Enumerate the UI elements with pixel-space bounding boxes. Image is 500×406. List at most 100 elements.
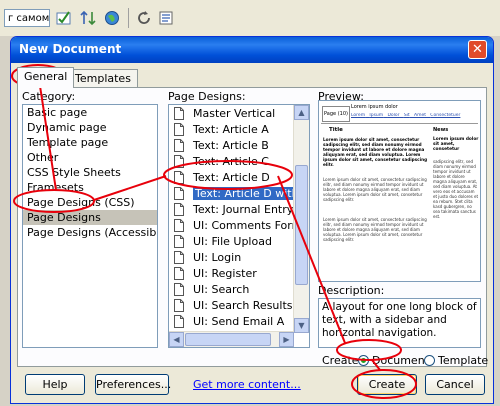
page-design-item[interactable]: UI: Send Email A: [169, 314, 295, 330]
page-design-label: UI: Register: [193, 267, 257, 280]
page-design-item[interactable]: Text: Article B: [169, 138, 295, 154]
close-button[interactable]: ✕: [468, 40, 487, 59]
description-text: A layout for one long block of text, wit…: [318, 298, 481, 348]
refresh-icon[interactable]: [136, 10, 152, 26]
page-design-label: UI: Send Email A: [193, 315, 285, 328]
page-designs-hscrollbar[interactable]: ◀ ▶: [169, 331, 294, 347]
page-design-item[interactable]: Text: Article D: [169, 170, 295, 186]
preview-title: Title: [329, 127, 343, 133]
preview-side-text: sadipscing elitr, sed diam nonumy eirmod…: [433, 159, 479, 219]
radio-template[interactable]: [424, 355, 435, 366]
document-icon: [174, 219, 184, 232]
scroll-left-button[interactable]: ◀: [169, 332, 184, 347]
toolbar-text-field[interactable]: г самому в с: [4, 9, 50, 27]
category-item[interactable]: Other: [23, 150, 157, 165]
tab-panel-general: Category: Basic page Dynamic page Templa…: [17, 87, 488, 367]
dialog-title: New Document: [19, 42, 122, 56]
category-item[interactable]: Template page: [23, 135, 157, 150]
page-design-item[interactable]: UI: Search: [169, 282, 295, 298]
sort-icon[interactable]: [80, 10, 96, 26]
hscroll-thumb[interactable]: [185, 333, 271, 346]
radio-document-label[interactable]: Document: [372, 354, 429, 367]
document-icon: [174, 187, 184, 200]
preview-body-text: Lorem ipsum dolor sit amet, consectetur …: [323, 177, 427, 202]
page-design-item[interactable]: UI: Search Results: [169, 298, 295, 314]
document-icon: [174, 283, 184, 296]
scroll-thumb[interactable]: [295, 165, 308, 285]
category-item[interactable]: Dynamic page: [23, 120, 157, 135]
create-button[interactable]: Create: [357, 374, 417, 395]
document-icon: [174, 107, 184, 120]
description-label: Description:: [318, 284, 385, 297]
category-item[interactable]: Page Designs (CSS): [23, 195, 157, 210]
document-icon: [174, 139, 184, 152]
page-design-item[interactable]: UI: Register: [169, 266, 295, 282]
preview-divider: [321, 123, 478, 124]
preview-side-heading: Lorem ipsum dolor sit amet, consetetur: [433, 137, 479, 152]
list-icon[interactable]: [158, 10, 174, 26]
page-design-item[interactable]: Text: Journal Entry: [169, 202, 295, 218]
preview-header-text: Lorem ipsum dolor: [351, 104, 398, 110]
cancel-button[interactable]: Cancel: [425, 374, 485, 395]
page-designs-items: Master Vertical Text: Article A Text: Arti…: [169, 106, 295, 332]
page-designs-vscrollbar[interactable]: ▲ ▼: [293, 105, 309, 333]
get-more-content-link[interactable]: Get more content...: [193, 378, 301, 391]
help-button[interactable]: Help: [25, 374, 85, 395]
preferences-button[interactable]: Preferences...: [95, 374, 171, 395]
page-design-item[interactable]: Text: Article C: [169, 154, 295, 170]
page-design-label: Text: Article B: [193, 139, 269, 152]
page-design-label: UI: File Upload: [193, 235, 272, 248]
scroll-up-button[interactable]: ▲: [294, 105, 309, 120]
page-design-item[interactable]: UI: File Upload: [169, 234, 295, 250]
scroll-down-button[interactable]: ▼: [294, 318, 309, 333]
page-designs-list[interactable]: Master Vertical Text: Article A Text: Arti…: [168, 104, 310, 348]
page-design-label: Text: Journal Entry: [193, 203, 294, 216]
preview-nav: Lorem Ipsum Dolor Sit Amet Consectetuer: [351, 113, 461, 118]
top-toolbar: г самому в с: [0, 0, 500, 36]
category-item-page-designs[interactable]: Page Designs: [23, 210, 157, 225]
toolbar-separator: [128, 8, 129, 28]
radio-document[interactable]: [358, 355, 369, 366]
create-label: Create:: [322, 354, 363, 367]
page-design-item[interactable]: UI: Login: [169, 250, 295, 266]
document-icon: [174, 315, 184, 328]
document-icon: [174, 299, 184, 312]
preview-thumbnail: Page (10) Lorem ipsum dolor Lorem Ipsum …: [318, 100, 481, 282]
page-designs-label: Page Designs:: [168, 90, 246, 103]
page-design-label: UI: Comments Form: [193, 219, 295, 232]
document-icon: [174, 155, 184, 168]
globe-icon[interactable]: [104, 10, 120, 26]
document-icon: [174, 171, 184, 184]
scroll-right-button[interactable]: ▶: [279, 332, 294, 347]
preview-body-text-2: Lorem ipsum dolor sit amet, consectetur …: [323, 217, 427, 242]
page-design-item[interactable]: Text: Article D with Navigation: [169, 186, 295, 202]
category-label: Category:: [22, 90, 76, 103]
page-design-label: Text: Article A: [193, 123, 269, 136]
new-document-dialog: New Document ✕ General Templates Categor…: [10, 36, 494, 404]
category-item[interactable]: Page Designs (Accessible): [23, 225, 157, 240]
document-icon: [174, 267, 184, 280]
preview-lead-text: Lorem ipsum dolor sit amet, consectetur …: [323, 137, 428, 167]
preview-logo: Page (10): [322, 106, 350, 122]
preview-news: News: [433, 127, 449, 133]
page-design-label: Text: Article C: [193, 155, 269, 168]
document-icon: [174, 123, 184, 136]
page-design-item[interactable]: Text: Article A: [169, 122, 295, 138]
tab-general[interactable]: General: [17, 67, 75, 88]
category-list[interactable]: Basic page Dynamic page Template page Ot…: [22, 104, 158, 348]
page-design-label: Text: Article D: [193, 171, 270, 184]
page-design-item[interactable]: UI: Comments Form: [169, 218, 295, 234]
check-icon[interactable]: [56, 10, 72, 26]
page-design-item[interactable]: Master Vertical: [169, 106, 295, 122]
tab-templates[interactable]: Templates: [68, 69, 138, 88]
page-design-label: Text: Article D with Navigation: [193, 187, 295, 200]
page-design-label: UI: Search: [193, 283, 250, 296]
category-item[interactable]: Framesets: [23, 180, 157, 195]
document-icon: [174, 251, 184, 264]
radio-template-label[interactable]: Template: [438, 354, 488, 367]
category-item[interactable]: CSS Style Sheets: [23, 165, 157, 180]
page-design-label: UI: Login: [193, 251, 242, 264]
document-icon: [174, 235, 184, 248]
category-item[interactable]: Basic page: [23, 105, 157, 120]
page-design-label: UI: Search Results: [193, 299, 293, 312]
